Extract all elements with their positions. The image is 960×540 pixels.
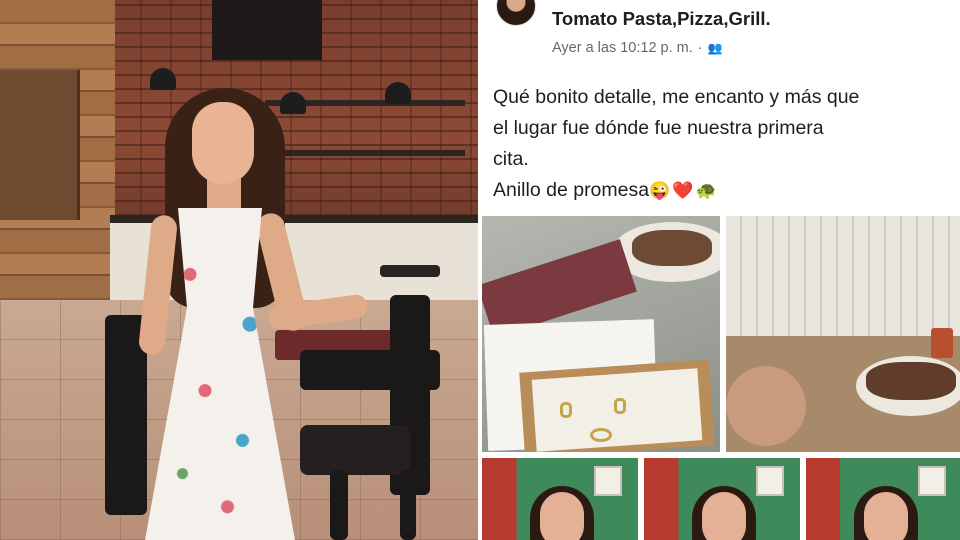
- meta-separator: ·: [697, 40, 703, 56]
- facebook-post: Tomato Pasta,Pizza,Grill. Ayer a las 10:…: [478, 0, 960, 540]
- woman-face: [192, 102, 254, 184]
- post-text: Qué bonito detalle, me encanto y más que…: [493, 82, 953, 206]
- chair-back: [300, 350, 440, 390]
- lamp-icon: [280, 92, 306, 114]
- friends-icon[interactable]: 👥: [708, 41, 723, 55]
- red-heart-emoji-icon: ❤️: [672, 180, 694, 200]
- bar-stool: [380, 265, 440, 277]
- avatar[interactable]: [496, 0, 536, 26]
- lamp-icon: [150, 68, 176, 90]
- chair-seat: [300, 425, 410, 475]
- post-text-line: cita.: [493, 148, 529, 170]
- post-text-line: Anillo de promesa: [493, 179, 650, 201]
- post-text-line: el lugar fue dónde fue nuestra primera: [493, 117, 824, 139]
- post-photo-selfie[interactable]: [644, 458, 800, 540]
- left-photo: [0, 0, 478, 540]
- shelf: [265, 150, 465, 156]
- post-photo-ring-box[interactable]: [482, 216, 720, 452]
- ring-icon: [614, 398, 626, 414]
- post-meta: Ayer a las 10:12 p. m. · 👥: [552, 40, 723, 56]
- tv-screen: [212, 0, 322, 60]
- ring-icon: [590, 428, 612, 442]
- post-timestamp[interactable]: Ayer a las 10:12 p. m.: [552, 40, 693, 56]
- winking-tongue-emoji-icon: 😜: [649, 180, 671, 200]
- post-photo-selfie[interactable]: [806, 458, 960, 540]
- ring-icon: [560, 402, 572, 418]
- page-name[interactable]: Tomato Pasta,Pizza,Grill.: [552, 8, 771, 30]
- post-text-line: Qué bonito detalle, me encanto y más que: [493, 86, 860, 108]
- turtle-emoji-icon: 🐢: [695, 180, 717, 200]
- post-photo-dinner[interactable]: [726, 216, 960, 452]
- door: [0, 70, 80, 220]
- chair-leg: [330, 470, 348, 540]
- emoji-row: 😜 ❤️ 🐢: [649, 181, 717, 201]
- lamp-icon: [385, 82, 411, 104]
- chair-leg: [400, 470, 416, 540]
- post-photo-selfie[interactable]: [482, 458, 638, 540]
- post-text-line-last: Anillo de promesa 😜 ❤️ 🐢: [493, 175, 953, 206]
